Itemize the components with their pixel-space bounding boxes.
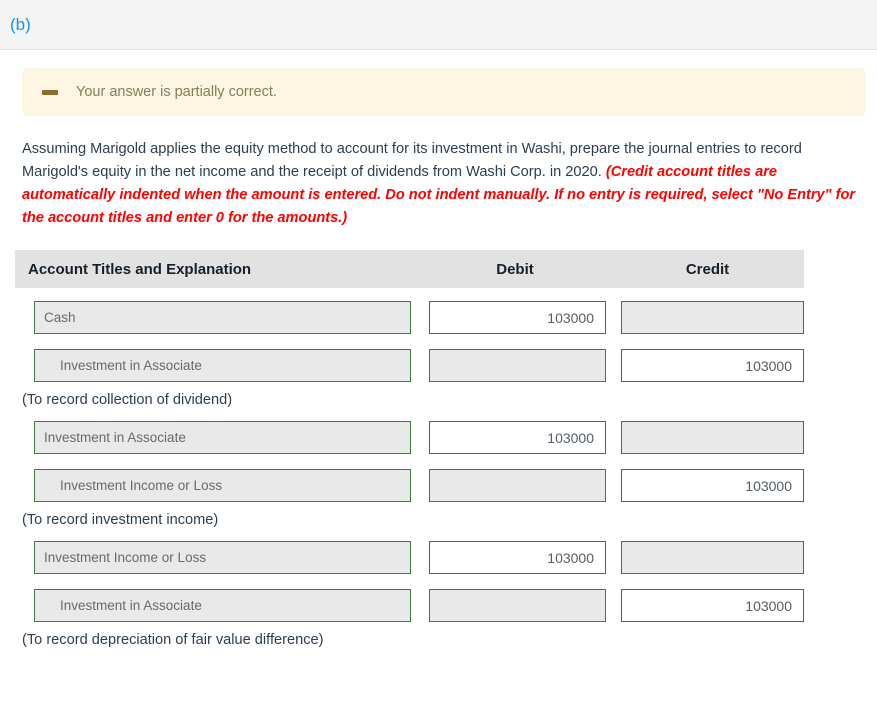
alert-container: Your answer is partially correct.	[0, 50, 877, 116]
part-header: (b)	[0, 0, 877, 50]
debit-cell: 103000	[419, 301, 611, 334]
account-cell: Investment Income or Loss	[15, 541, 419, 574]
credit-amount-input[interactable]	[621, 301, 804, 334]
alert-message: Your answer is partially correct.	[76, 84, 277, 100]
part-label: (b)	[10, 15, 31, 34]
entry-caption: (To record collection of dividend)	[22, 392, 233, 408]
debit-cell	[419, 349, 611, 382]
journal-entry-block: Investment Income or Loss 103000 Investmen…	[15, 541, 804, 648]
credit-cell	[611, 421, 804, 454]
entry-caption: (To record depreciation of fair value di…	[22, 632, 324, 648]
account-title-input[interactable]: Cash	[34, 301, 411, 334]
debit-cell	[419, 589, 611, 622]
account-cell: Investment in Associate	[15, 349, 419, 382]
account-title-input[interactable]: Investment in Associate	[34, 589, 411, 622]
column-header-account: Account Titles and Explanation	[28, 260, 252, 278]
debit-amount-input[interactable]: 103000	[429, 421, 606, 454]
account-cell: Investment in Associate	[15, 421, 419, 454]
account-title-input[interactable]: Investment in Associate	[34, 349, 411, 382]
debit-amount-input[interactable]	[429, 469, 606, 502]
credit-amount-input[interactable]: 103000	[621, 589, 804, 622]
column-header-debit: Debit	[496, 260, 534, 278]
debit-amount-input[interactable]	[429, 589, 606, 622]
credit-amount-input[interactable]: 103000	[621, 349, 804, 382]
debit-cell	[419, 469, 611, 502]
column-header-credit: Credit	[685, 260, 730, 278]
entry-caption: (To record investment income)	[22, 512, 219, 528]
credit-cell: 103000	[611, 469, 804, 502]
debit-cell: 103000	[419, 541, 611, 574]
credit-amount-input[interactable]	[621, 541, 804, 574]
table-row: Investment Income or Loss 103000	[15, 541, 804, 574]
table-row: Investment in Associate 103000	[15, 589, 804, 622]
table-header-row: Account Titles and Explanation Debit Cre…	[15, 250, 804, 288]
table-row: Investment in Associate 103000	[15, 421, 804, 454]
credit-amount-input[interactable]	[621, 421, 804, 454]
debit-cell: 103000	[419, 421, 611, 454]
debit-amount-input[interactable]: 103000	[429, 541, 606, 574]
account-title-input[interactable]: Investment in Associate	[34, 421, 411, 454]
account-cell: Investment Income or Loss	[15, 469, 419, 502]
account-title-input[interactable]: Investment Income or Loss	[34, 541, 411, 574]
credit-cell	[611, 541, 804, 574]
credit-amount-input[interactable]: 103000	[621, 469, 804, 502]
account-cell: Investment in Associate	[15, 589, 419, 622]
journal-entry-table: Account Titles and Explanation Debit Cre…	[15, 250, 804, 648]
table-row: Investment in Associate 103000	[15, 349, 804, 382]
status-alert: Your answer is partially correct.	[22, 68, 866, 116]
question-instructions: Assuming Marigold applies the equity met…	[22, 138, 866, 230]
debit-amount-input[interactable]: 103000	[429, 301, 606, 334]
credit-cell: 103000	[611, 589, 804, 622]
account-title-input[interactable]: Investment Income or Loss	[34, 469, 411, 502]
journal-entry-block: Cash 103000 Investment in Associate 103000 (…	[15, 301, 804, 408]
credit-cell: 103000	[611, 349, 804, 382]
account-cell: Cash	[15, 301, 419, 334]
table-row: Investment Income or Loss 103000	[15, 469, 804, 502]
journal-entry-block: Investment in Associate 103000 Investment …	[15, 421, 804, 528]
debit-amount-input[interactable]	[429, 349, 606, 382]
credit-cell	[611, 301, 804, 334]
minus-dash-icon	[42, 89, 58, 95]
table-row: Cash 103000	[15, 301, 804, 334]
